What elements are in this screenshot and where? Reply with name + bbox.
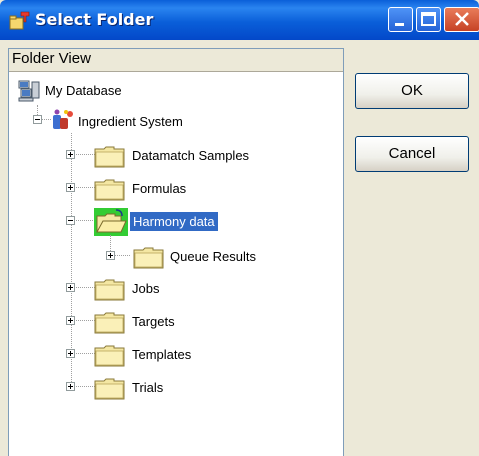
folder-icon <box>94 378 125 400</box>
tree-item-my-database[interactable]: My Database <box>9 79 209 103</box>
minimize-icon <box>395 23 404 26</box>
tree-item-label: Harmony data <box>130 212 218 231</box>
tree-item-trials[interactable]: Trials <box>9 376 309 400</box>
tree-item-label: Jobs <box>132 281 160 296</box>
tree-item-label: Templates <box>132 347 192 362</box>
tree-item-label: Trials <box>132 380 164 395</box>
expand-toggle[interactable] <box>66 150 75 159</box>
folder-icon <box>94 179 125 201</box>
folder-icon <box>94 345 125 367</box>
title-bar[interactable]: Select Folder <box>0 0 479 40</box>
tree-item-targets[interactable]: Targets <box>9 310 309 334</box>
folder-icon <box>94 312 125 334</box>
folder-view-header-label: Folder View <box>12 50 91 67</box>
tree-item-harmony-data[interactable]: Harmony data <box>9 208 309 236</box>
folder-icon <box>94 146 125 168</box>
folder-select-icon <box>9 11 30 30</box>
tree-item-label: Targets <box>132 314 175 329</box>
collapse-toggle[interactable] <box>66 216 75 225</box>
folder-view-header: Folder View <box>9 49 343 72</box>
ok-button[interactable]: OK <box>355 73 469 109</box>
expand-toggle[interactable] <box>66 283 75 292</box>
tree-item-formulas[interactable]: Formulas <box>9 177 309 201</box>
expand-toggle[interactable] <box>66 316 75 325</box>
ingredient-system-icon <box>53 109 73 129</box>
folder-open-icon <box>94 208 128 236</box>
maximize-icon <box>421 12 436 26</box>
tree-item-ingredient-system[interactable]: Ingredient System <box>9 109 259 134</box>
tree-item-templates[interactable]: Templates <box>9 343 309 367</box>
tree-item-datamatch-samples[interactable]: Datamatch Samples <box>9 144 309 168</box>
maximize-button[interactable] <box>416 7 441 32</box>
window-title: Select Folder <box>35 10 154 29</box>
database-icon <box>18 80 40 102</box>
folder-icon <box>133 247 164 269</box>
expand-toggle[interactable] <box>66 382 75 391</box>
tree-item-jobs[interactable]: Jobs <box>9 277 309 301</box>
close-icon <box>455 12 469 26</box>
close-button[interactable] <box>444 7 479 32</box>
folder-view-panel: Folder View My Database Ingredient Syste… <box>8 48 344 456</box>
collapse-toggle[interactable] <box>33 115 42 124</box>
cancel-button[interactable]: Cancel <box>355 136 469 172</box>
select-folder-dialog: Select Folder Folder View My Database In… <box>0 0 479 456</box>
expand-toggle[interactable] <box>66 183 75 192</box>
folder-icon <box>94 279 125 301</box>
expand-toggle[interactable] <box>106 251 115 260</box>
tree-item-queue-results[interactable]: Queue Results <box>9 245 339 269</box>
expand-toggle[interactable] <box>66 349 75 358</box>
tree-item-label: Ingredient System <box>78 114 183 129</box>
minimize-button[interactable] <box>388 7 413 32</box>
tree-item-label: Datamatch Samples <box>132 148 250 163</box>
tree-item-label: Queue Results <box>170 249 256 264</box>
tree-item-label: Formulas <box>132 181 187 196</box>
tree-item-label: My Database <box>45 83 122 98</box>
